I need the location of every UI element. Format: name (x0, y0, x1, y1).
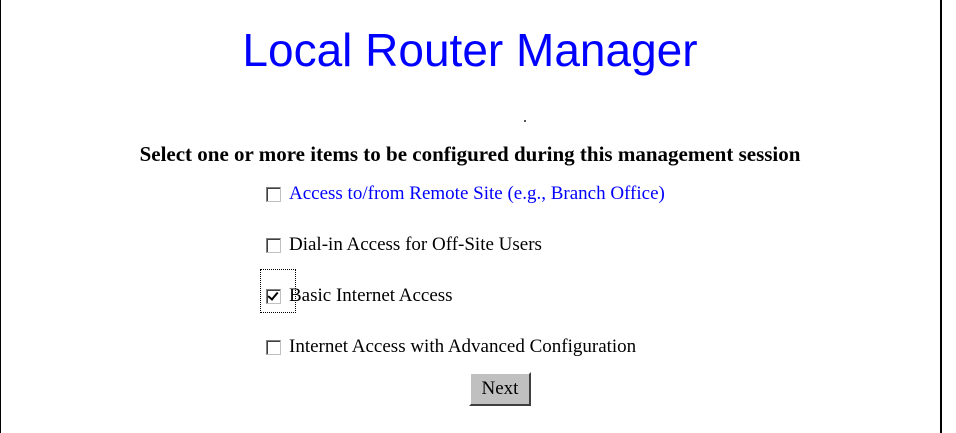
page-title: Local Router Manager (242, 24, 698, 76)
option-remote-site[interactable]: Access to/from Remote Site (e.g., Branch… (266, 180, 665, 208)
option-advanced-internet-label: Internet Access with Advanced Configurat… (289, 336, 637, 357)
option-dial-in-label: Dial-in Access for Off-Site Users (289, 234, 542, 255)
option-basic-internet-label: Basic Internet Access (289, 285, 453, 306)
checkbox-advanced-internet[interactable] (266, 339, 281, 355)
option-advanced-internet[interactable]: Internet Access with Advanced Configurat… (266, 333, 636, 361)
option-dial-in[interactable]: Dial-in Access for Off-Site Users (266, 231, 542, 259)
decorative-dot (524, 120, 526, 122)
checkbox-dial-in[interactable] (266, 237, 281, 253)
next-button[interactable]: Next (469, 372, 531, 406)
option-basic-internet[interactable]: Basic Internet Access (266, 282, 453, 310)
frame-right-border (940, 0, 942, 433)
instruction-text: Select one or more items to be configure… (139, 142, 801, 166)
option-remote-site-label[interactable]: Access to/from Remote Site (e.g., Branch… (289, 183, 665, 205)
page-frame: Local Router Manager Select one or more … (0, 0, 956, 433)
checkbox-basic-internet[interactable] (266, 288, 281, 304)
checkbox-remote-site[interactable] (266, 186, 281, 202)
